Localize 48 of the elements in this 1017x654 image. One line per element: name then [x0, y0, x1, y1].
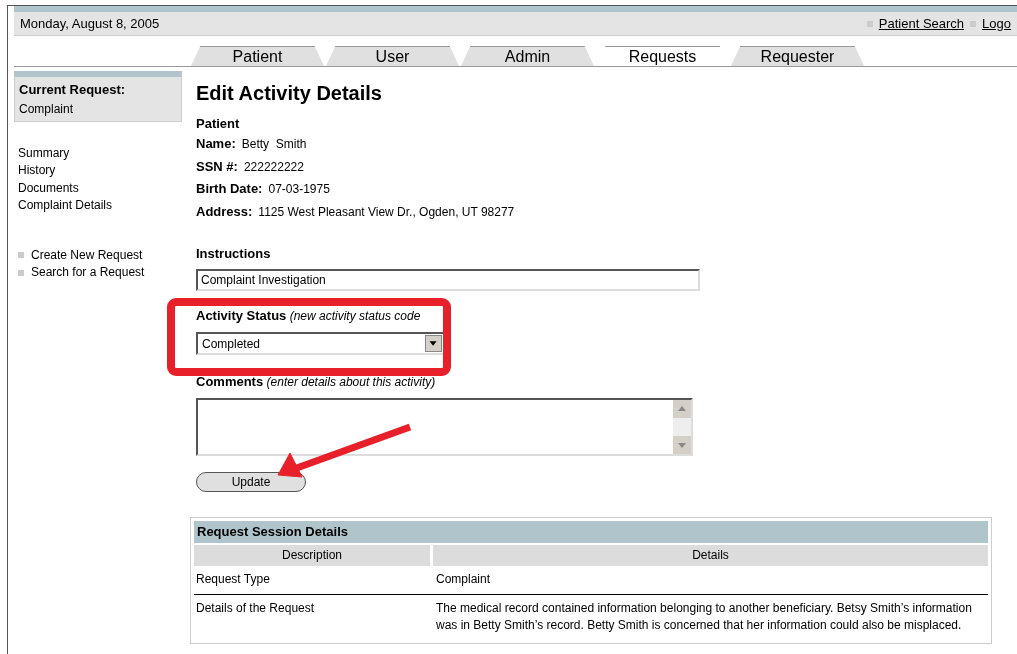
update-button[interactable]: Update: [196, 472, 306, 492]
scroll-up-icon[interactable]: [673, 400, 691, 418]
sidebar-link[interactable]: Complaint Details: [18, 197, 113, 215]
column-header: Details: [433, 545, 988, 566]
table-cell-text: Details of the Request: [195, 600, 316, 617]
current-request-label: Current Request:: [19, 81, 127, 99]
sidebar-link[interactable]: Summary: [18, 144, 70, 162]
nav-tab[interactable]: Admin: [461, 46, 594, 66]
activity-status-dropdown[interactable]: Completed: [196, 332, 445, 355]
patient-heading: Patient: [196, 115, 241, 133]
comments-field[interactable]: [196, 398, 693, 456]
page-title: Edit Activity Details: [196, 81, 383, 105]
field-label: Address:: [196, 202, 253, 221]
instructions-field[interactable]: Complaint Investigation: [196, 269, 700, 291]
header-link[interactable]: Patient Search: [878, 13, 965, 34]
nav-tab[interactable]: Requester: [731, 46, 864, 66]
bullet-icon: [970, 20, 977, 27]
current-request-value: Complaint: [19, 100, 75, 118]
field-label: Name:: [196, 135, 236, 153]
column-header: Description: [194, 545, 430, 566]
table-cell-text: The medical record contained information belonging to another beneficiary. Betsy Smith’s information was in Betty Smith’s record. Betty Smith is concerned that her information could also be misplaced.: [435, 600, 973, 634]
nav-tab[interactable]: User: [326, 46, 459, 66]
header-date: Monday, August 8, 2005: [20, 14, 160, 33]
nav-tab[interactable]: Patient: [191, 46, 324, 66]
header-link[interactable]: Logo: [982, 13, 1011, 34]
table-cell-text: Request Type: [195, 571, 271, 588]
field-value: Betty Smith: [241, 136, 307, 153]
field-label: Birth Date:: [196, 180, 263, 198]
comments-label: Comments: [196, 374, 264, 389]
instructions-label: Instructions: [196, 245, 272, 263]
sidebar-action-link[interactable]: Search for a Request: [31, 264, 145, 282]
session-details-title: Request Session Details: [194, 521, 988, 543]
sidebar-link[interactable]: Documents: [18, 179, 79, 197]
bullet-icon: [866, 20, 873, 27]
activity-status-hint: (new activity status code: [289, 309, 421, 323]
field-value: 07-03-1975: [268, 181, 330, 198]
comments-hint: (enter details about this activity): [266, 375, 436, 389]
field-label: SSN #:: [196, 157, 238, 176]
scrollbar[interactable]: [673, 400, 691, 454]
field-value: 222222222: [243, 158, 304, 176]
sidebar-action-link[interactable]: Create New Request: [31, 246, 143, 264]
bullet-icon: [18, 269, 24, 276]
scroll-down-icon[interactable]: [673, 436, 691, 454]
table-cell-text: Complaint: [435, 571, 492, 588]
field-value: 1125 West Pleasant View Dr., Ogden, UT 98277: [258, 203, 515, 221]
sidebar-link[interactable]: History: [18, 162, 56, 180]
activity-status-label: Activity Status: [196, 308, 287, 323]
bullet-icon: [18, 252, 24, 259]
